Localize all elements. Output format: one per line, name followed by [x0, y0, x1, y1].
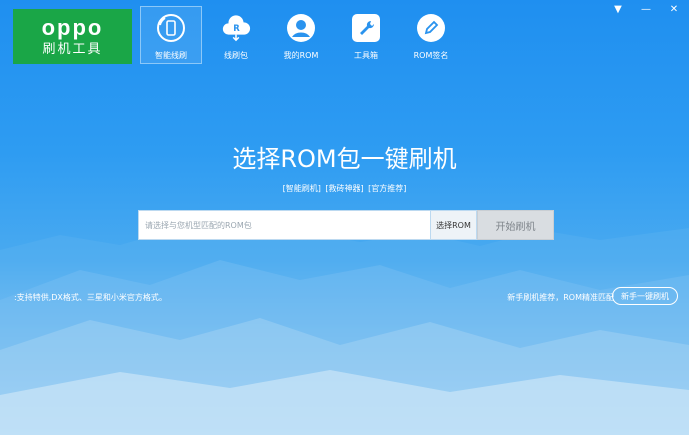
minimize-icon[interactable]: — — [639, 4, 653, 15]
nav-label: ROM签名 — [413, 51, 449, 60]
menu-icon[interactable]: ▼ — [611, 4, 625, 15]
format-hint: :支持特供,DX格式、三星和小米官方格式。 — [14, 293, 167, 302]
cloud-download-icon: R — [221, 13, 251, 43]
svg-text:R: R — [233, 23, 240, 33]
nav-item-toolbox[interactable]: 工具箱 — [335, 6, 397, 64]
close-icon[interactable]: ✕ — [667, 4, 681, 15]
link-rescue-tool[interactable]: [救砖神器] — [325, 184, 363, 193]
select-rom-button[interactable]: 选择ROM — [431, 210, 477, 240]
app-logo: oppo 刷机工具 — [13, 9, 132, 64]
link-smart-flash[interactable]: [智能刷机] — [283, 184, 321, 193]
user-icon — [286, 13, 316, 43]
nav-label: 工具箱 — [354, 51, 378, 60]
nav-label: 线刷包 — [224, 51, 248, 60]
nav-item-flash-package[interactable]: R 线刷包 — [205, 6, 267, 64]
pen-icon — [416, 13, 446, 43]
beginner-hint: 新手刷机推荐，ROM精准匹配 — [507, 293, 614, 302]
beginner-flash-button[interactable]: 新手一键刷机 — [612, 287, 678, 305]
feature-links: [智能刷机] [救砖神器] [官方推荐] — [0, 183, 689, 194]
nav-item-my-rom[interactable]: 我的ROM — [270, 6, 332, 64]
rom-select-bar: 请选择与您机型匹配的ROM包 选择ROM 开始刷机 — [138, 210, 554, 240]
nav-label: 我的ROM — [283, 51, 319, 60]
nav-label: 智能线刷 — [155, 51, 187, 60]
top-nav: 智能线刷 R 线刷包 我的ROM 工具箱 ROM签名 — [140, 6, 465, 64]
nav-item-smart-flash[interactable]: 智能线刷 — [140, 6, 202, 64]
link-official-recommend[interactable]: [官方推荐] — [368, 184, 406, 193]
phone-refresh-icon — [156, 13, 186, 43]
brand-logo-text: oppo — [41, 14, 104, 40]
start-flash-button[interactable]: 开始刷机 — [477, 210, 554, 240]
window-controls: ▼ — ✕ — [611, 4, 681, 15]
wrench-icon — [351, 13, 381, 43]
page-title: 选择ROM包一键刷机 — [232, 145, 457, 173]
rom-path-input[interactable]: 请选择与您机型匹配的ROM包 — [138, 210, 431, 240]
logo-subtitle: 刷机工具 — [42, 41, 103, 57]
nav-item-rom-sign[interactable]: ROM签名 — [400, 6, 462, 64]
